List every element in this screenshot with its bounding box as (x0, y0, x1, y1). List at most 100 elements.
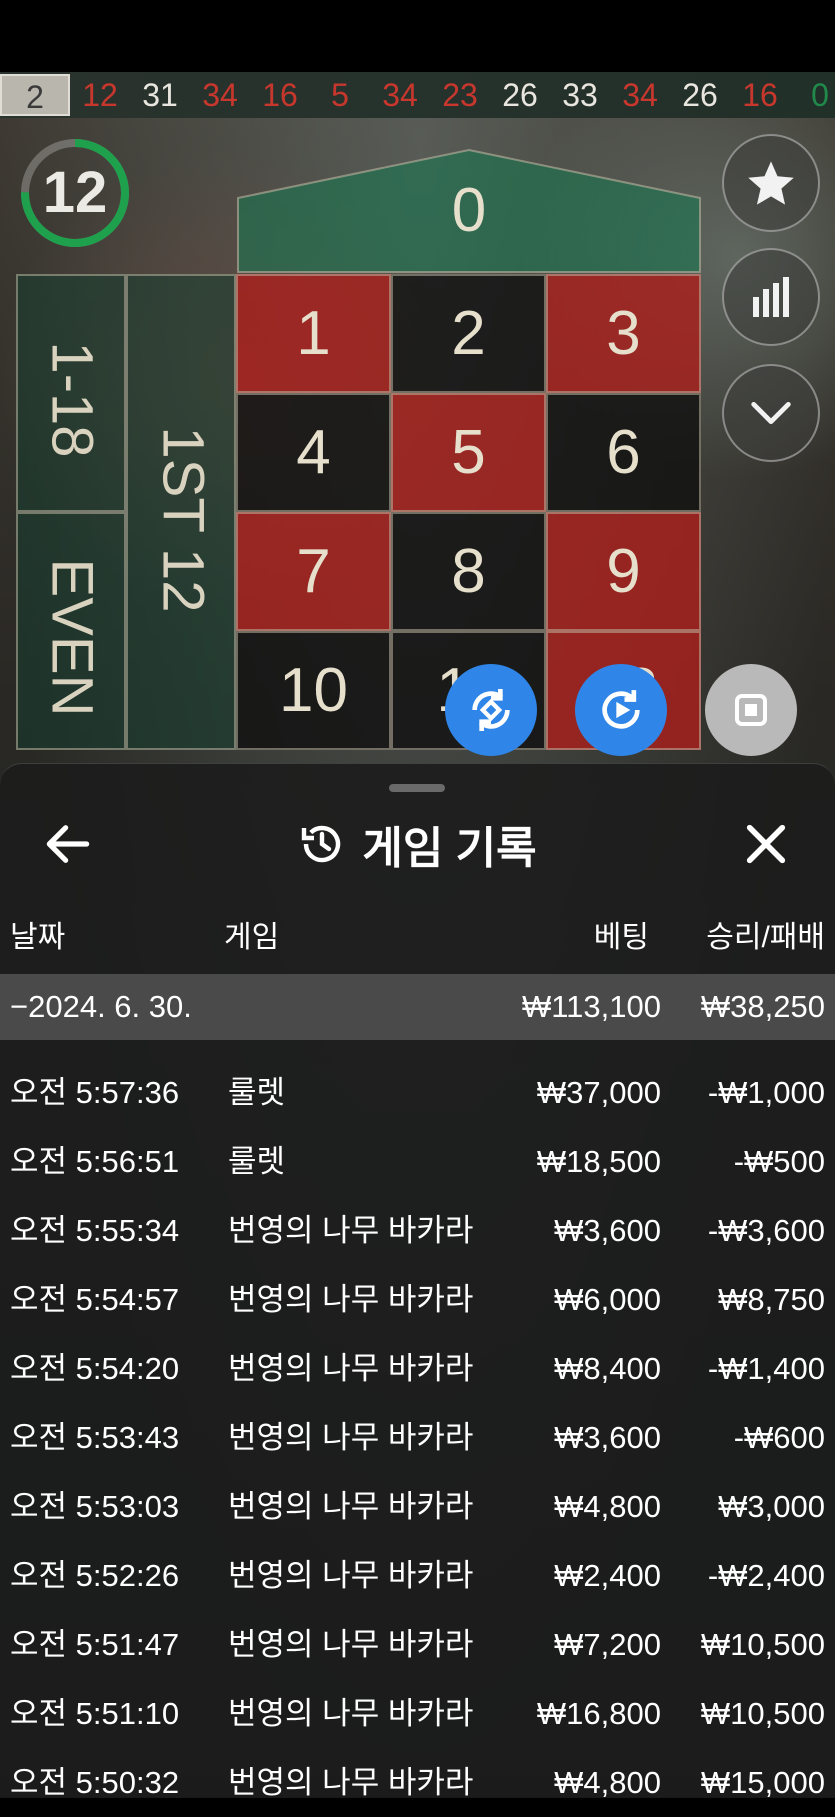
history-result: 16 (742, 76, 778, 113)
number-cell[interactable]: 8 (391, 512, 546, 631)
row-game: 룰렛 (228, 1144, 286, 1179)
number-cell[interactable]: 9 (546, 512, 701, 631)
row-time: 오전 5:54:20 (10, 1351, 180, 1386)
history-result: 16 (262, 76, 298, 113)
date-summary-row[interactable]: −2024. 6. 30. ₩113,100 ₩38,250 (0, 974, 835, 1040)
number-cell[interactable]: 5 (391, 393, 546, 512)
bet-1-18-label: 1-18 (39, 341, 105, 458)
history-result: 33 (562, 76, 598, 113)
row-result: ₩10,500 (700, 1696, 825, 1731)
summary-result: ₩38,250 (700, 989, 825, 1024)
number-cell[interactable]: 6 (546, 393, 701, 512)
row-time: 오전 5:53:43 (10, 1420, 180, 1455)
history-row[interactable]: 오전 5:51:10 번영의 나무 바카라 ₩16,800 ₩10,500 (0, 1679, 835, 1748)
column-result: 승리/패배 (706, 921, 825, 954)
history-row[interactable]: 오전 5:53:03 번영의 나무 바카라 ₩4,800 ₩3,000 (0, 1472, 835, 1541)
history-row[interactable]: 오전 5:54:20 번영의 나무 바카라 ₩8,400 -₩1,400 (0, 1334, 835, 1403)
row-result: -₩1,000 (707, 1075, 825, 1110)
row-bet: ₩6,000 (554, 1282, 661, 1317)
history-row[interactable]: 오전 5:54:57 번영의 나무 바카라 ₩6,000 ₩8,750 (0, 1265, 835, 1334)
latest-result: 2 (0, 74, 70, 116)
close-button[interactable] (738, 816, 794, 872)
bet-1-18-cell[interactable]: 1-18 (16, 274, 126, 512)
row-bet: ₩3,600 (554, 1420, 661, 1455)
row-time: 오전 5:50:32 (10, 1765, 180, 1800)
column-bet: 베팅 (593, 921, 649, 954)
history-row[interactable]: 오전 5:53:43 번영의 나무 바카라 ₩3,600 -₩600 (0, 1403, 835, 1472)
number-cell[interactable]: 10 (236, 631, 391, 750)
row-result: ₩3,000 (718, 1489, 825, 1524)
replay-icon (602, 690, 640, 729)
row-game: 룰렛 (228, 1075, 286, 1110)
stop-square-icon (735, 694, 767, 726)
history-icon (302, 825, 341, 863)
history-result: 5 (331, 76, 349, 113)
row-result: -₩2,400 (707, 1558, 825, 1593)
chevron-down-icon (751, 401, 791, 425)
bar-chart-icon (753, 277, 789, 317)
zero-cell-label: 0 (451, 176, 487, 245)
row-bet: ₩37,000 (536, 1075, 661, 1110)
bet-first-dozen-cell[interactable]: 1ST 12 (126, 274, 236, 750)
number-cell[interactable]: 7 (236, 512, 391, 631)
row-bet: ₩4,800 (554, 1765, 661, 1800)
row-time: 오전 5:56:51 (10, 1144, 180, 1179)
row-bet: ₩16,800 (536, 1696, 661, 1731)
number-cell[interactable]: 1 (236, 274, 391, 393)
row-game: 번영의 나무 바카라 (228, 1351, 474, 1386)
row-time: 오전 5:51:10 (10, 1696, 180, 1731)
history-row[interactable]: 오전 5:50:32 번영의 나무 바카라 ₩4,800 ₩15,000 (0, 1748, 835, 1817)
row-game: 번영의 나무 바카라 (228, 1558, 474, 1593)
undo-bet-button[interactable] (445, 664, 537, 756)
row-time: 오전 5:55:34 (10, 1213, 180, 1248)
row-game: 번영의 나무 바카라 (228, 1282, 474, 1317)
row-time: 오전 5:57:36 (10, 1075, 180, 1110)
autoplay-button[interactable] (575, 664, 667, 756)
row-result: -₩500 (733, 1144, 825, 1179)
row-bet: ₩8,400 (554, 1351, 661, 1386)
game-history-panel: 게임 기록 날짜 게임 베팅 승리/패배 −2024. 6. 30. ₩113,… (0, 763, 835, 1800)
panel-title: 게임 기록 (362, 824, 537, 873)
row-bet: ₩3,600 (554, 1213, 661, 1248)
row-result: -₩1,400 (707, 1351, 825, 1386)
drag-handle[interactable] (389, 784, 445, 792)
row-time: 오전 5:54:57 (10, 1282, 180, 1317)
number-cell[interactable]: 4 (236, 393, 391, 512)
history-row[interactable]: 오전 5:55:34 번영의 나무 바카라 ₩3,600 -₩3,600 (0, 1196, 835, 1265)
statistics-button[interactable] (722, 248, 820, 346)
row-game: 번영의 나무 바카라 (228, 1213, 474, 1248)
history-row[interactable]: 오전 5:57:36 룰렛 ₩37,000 -₩1,000 (0, 1058, 835, 1127)
timer-value: 12 (42, 160, 108, 225)
bet-first-dozen-label: 1ST 12 (150, 426, 216, 613)
history-result: 23 (442, 76, 478, 113)
countdown-timer: 12 (18, 136, 132, 250)
row-game: 번영의 나무 바카라 (228, 1765, 474, 1800)
history-result: 26 (502, 76, 538, 113)
stop-button[interactable] (705, 664, 797, 756)
row-game: 번영의 나무 바카라 (228, 1627, 474, 1662)
history-result: 34 (622, 76, 658, 113)
history-row[interactable]: 오전 5:52:26 번영의 나무 바카라 ₩2,400 -₩2,400 (0, 1541, 835, 1610)
collapse-button[interactable] (722, 364, 820, 462)
row-bet: ₩2,400 (554, 1558, 661, 1593)
table-header: 날짜 게임 베팅 승리/패배 (0, 912, 835, 954)
history-result: 12 (82, 76, 118, 113)
column-game: 게임 (224, 921, 280, 954)
history-result: 34 (202, 76, 238, 113)
history-result: 0 (811, 76, 829, 113)
number-cell[interactable]: 3 (546, 274, 701, 393)
favorites-button[interactable] (722, 134, 820, 232)
column-date: 날짜 (10, 921, 66, 954)
history-result: 34 (382, 76, 418, 113)
bet-even-cell[interactable]: EVEN (16, 512, 126, 750)
number-cell[interactable]: 2 (391, 274, 546, 393)
history-row[interactable]: 오전 5:51:47 번영의 나무 바카라 ₩7,200 ₩10,500 (0, 1610, 835, 1679)
row-bet: ₩4,800 (554, 1489, 661, 1524)
row-bet: ₩18,500 (536, 1144, 661, 1179)
history-row[interactable]: 오전 5:56:51 룰렛 ₩18,500 -₩500 (0, 1127, 835, 1196)
bet-even-label: EVEN (39, 558, 105, 717)
row-time: 오전 5:53:03 (10, 1489, 180, 1524)
row-result: -₩600 (733, 1420, 825, 1455)
row-game: 번영의 나무 바카라 (228, 1489, 474, 1524)
row-bet: ₩7,200 (554, 1627, 661, 1662)
